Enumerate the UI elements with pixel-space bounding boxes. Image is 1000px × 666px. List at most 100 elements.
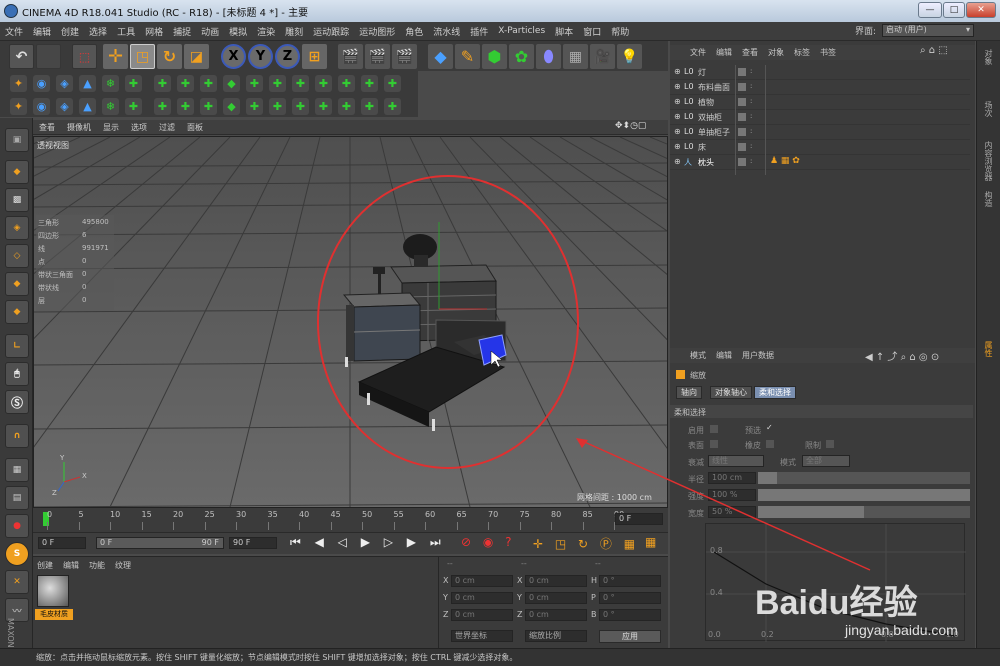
render-dots-toggle[interactable]: :	[750, 112, 752, 120]
playback-controls[interactable]: ⏮ ◀︎ ◁ ▶ ▷ ▶︎ ⏭	[290, 535, 446, 550]
menu-item[interactable]: 插件	[465, 25, 493, 38]
minimize-button[interactable]: —	[918, 2, 942, 18]
xparticles-tool-icon[interactable]: ✚	[200, 75, 217, 92]
render-dots-toggle[interactable]: :	[750, 142, 752, 150]
render-dots-toggle[interactable]: :	[750, 82, 752, 90]
render-picture-viewer-icon[interactable]: 🎬	[365, 44, 390, 69]
render-dots-toggle[interactable]: :	[750, 127, 752, 135]
xparticles-tool-icon[interactable]: ❄	[102, 75, 119, 92]
xparticles-tool-icon[interactable]: ✚	[125, 98, 142, 115]
cube-primitive-icon[interactable]: ◆	[428, 44, 453, 69]
subdivision-surface-icon[interactable]: ⬢	[482, 44, 507, 69]
attribute-menu-item[interactable]: 编辑	[716, 350, 732, 361]
xparticles-tool-icon[interactable]: ✚	[246, 98, 263, 115]
points-mode-icon[interactable]: ◇	[5, 244, 29, 268]
coord-value-field[interactable]: 0 cm	[451, 575, 513, 587]
coord-value-field[interactable]: 0 cm	[451, 609, 513, 621]
menu-item[interactable]: 流水线	[428, 25, 465, 38]
object-row[interactable]: ⊕ L0 床:	[670, 140, 970, 155]
object-name[interactable]: 植物	[698, 97, 714, 108]
menu-item[interactable]: 捕捉	[168, 25, 196, 38]
close-button[interactable]: ✕	[966, 2, 996, 18]
viewport-menu-item[interactable]: 过滤	[153, 122, 181, 133]
menu-item[interactable]: 运动跟踪	[308, 25, 354, 38]
render-view-icon[interactable]: 🎬	[338, 44, 363, 69]
y-axis-lock-button[interactable]: Y	[248, 44, 273, 69]
menu-item[interactable]: 网格	[140, 25, 168, 38]
object-manager-menu-item[interactable]: 对象	[768, 47, 784, 58]
deformer-icon[interactable]: ⬮	[536, 44, 561, 69]
manager-tab[interactable]: 内容浏览器	[983, 141, 994, 181]
xparticles-tool-icon[interactable]: ✚	[384, 75, 401, 92]
object-manager-menu-item[interactable]: 查看	[742, 47, 758, 58]
magnet-icon[interactable]: ∩	[5, 424, 29, 448]
xparticles-tool-icon[interactable]: ✚	[361, 98, 378, 115]
model-mode-icon[interactable]: ◆	[5, 160, 29, 184]
xparticles-tool-icon[interactable]: ✚	[154, 98, 171, 115]
end-frame-field[interactable]: 90 F	[229, 537, 277, 549]
coord-value-field[interactable]: 0 °	[599, 592, 661, 604]
tweak-mode-icon[interactable]: 🖱	[5, 362, 29, 386]
manager-tab[interactable]: 场次	[983, 101, 994, 117]
xparticles-tool-icon[interactable]: ✚	[246, 75, 263, 92]
lock-workplane-icon[interactable]: ▤	[5, 486, 29, 510]
visibility-toggle[interactable]	[738, 158, 746, 166]
visibility-toggle[interactable]	[738, 68, 746, 76]
menu-item[interactable]: 角色	[400, 25, 428, 38]
xpresso-icon[interactable]: ●	[5, 514, 29, 538]
xparticles-tool-icon[interactable]: ✚	[125, 75, 142, 92]
viewport-nav-icons[interactable]: ✥⬍◷▢	[615, 121, 646, 131]
viewport-menu-item[interactable]: 选项	[125, 122, 153, 133]
xparticles-tool-icon[interactable]: ✚	[292, 98, 309, 115]
object-name[interactable]: 布料曲面	[698, 82, 730, 93]
grid-snap-icon[interactable]: ▦	[5, 458, 29, 482]
particle-icon[interactable]: ✕	[5, 570, 29, 594]
object-name[interactable]: 床	[698, 142, 706, 153]
visibility-toggle[interactable]	[738, 113, 746, 121]
selection-tool-icon[interactable]: ⬚	[72, 44, 97, 69]
object-manager-menu-item[interactable]: 文件	[690, 47, 706, 58]
xparticles-tool-icon[interactable]: ✚	[338, 98, 355, 115]
xparticles-tool-icon[interactable]: ▲	[79, 75, 96, 92]
attribute-menu-item[interactable]: 用户数据	[742, 350, 774, 361]
rotate-tool-icon[interactable]: ↻	[157, 44, 182, 69]
visibility-toggle[interactable]	[738, 128, 746, 136]
viewport-menu-item[interactable]: 显示	[97, 122, 125, 133]
xparticles-tool-icon[interactable]: ✚	[315, 75, 332, 92]
menu-item[interactable]: 创建	[56, 25, 84, 38]
scale-tool-icon[interactable]: ◳	[130, 44, 155, 69]
material-name[interactable]: 毛皮材质	[35, 609, 73, 620]
material-menu-item[interactable]: 纹理	[115, 560, 131, 571]
render-dots-toggle[interactable]: :	[750, 97, 752, 105]
object-row[interactable]: ⊕ 人枕头: ♟ ▦ ✿	[670, 155, 970, 170]
viewport-menu-item[interactable]: 摄像机	[61, 122, 97, 133]
xparticles-tool-icon[interactable]: ✚	[269, 98, 286, 115]
start-frame-field[interactable]: 0 F	[38, 537, 86, 549]
xparticles-tool-icon[interactable]: ✚	[315, 98, 332, 115]
tab-soft-selection[interactable]: 柔和选择	[754, 386, 796, 399]
coordinate-mode-select[interactable]: 世界坐标	[451, 630, 513, 642]
menu-item[interactable]: 模拟	[224, 25, 252, 38]
xparticles-tool-icon[interactable]: ✚	[269, 75, 286, 92]
object-name[interactable]: 双抽柜	[698, 112, 722, 123]
menu-item[interactable]: 脚本	[550, 25, 578, 38]
expand-icon[interactable]: ⊕	[674, 142, 681, 151]
coordinate-system-icon[interactable]: ⊞	[302, 44, 327, 69]
attribute-nav-icons[interactable]: ◀ ↑ ⤴ ⌕ ⌂ ◎ ⊙	[865, 348, 939, 363]
menu-item[interactable]: 雕刻	[280, 25, 308, 38]
size-mode-select[interactable]: 缩放比例	[525, 630, 587, 642]
xparticles-tool-icon[interactable]: ✚	[154, 75, 171, 92]
floor-icon[interactable]: ▦	[563, 44, 588, 69]
xparticles-tool-icon[interactable]: ✚	[338, 75, 355, 92]
camera-icon[interactable]: 🎥	[590, 44, 615, 69]
z-axis-lock-button[interactable]: Z	[275, 44, 300, 69]
texture-mode-icon[interactable]: ▩	[5, 188, 29, 212]
material-menu-item[interactable]: 编辑	[63, 560, 79, 571]
menu-item[interactable]: 渲染	[252, 25, 280, 38]
object-manager-search-icon[interactable]: ⌕ ⌂ ⬚	[920, 45, 948, 56]
menu-item[interactable]: 选择	[84, 25, 112, 38]
visibility-toggle[interactable]	[738, 143, 746, 151]
coord-value-field[interactable]: 0 °	[599, 609, 661, 621]
expand-icon[interactable]: ⊕	[674, 82, 681, 91]
expand-icon[interactable]: ⊕	[674, 127, 681, 136]
